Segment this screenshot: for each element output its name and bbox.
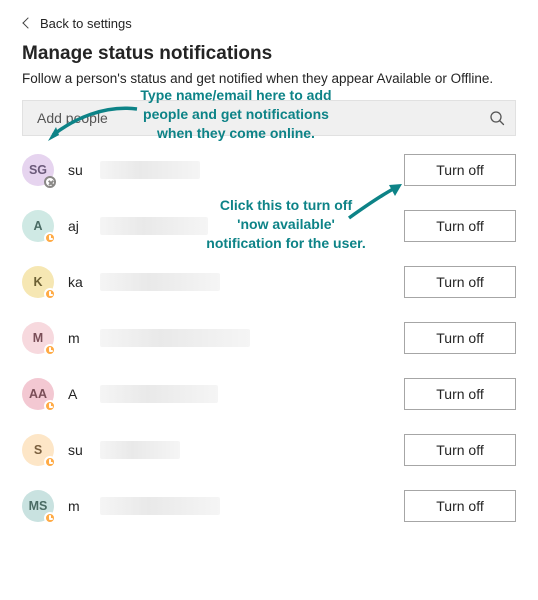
avatar: MS [22, 490, 54, 522]
back-label: Back to settings [40, 16, 132, 31]
person-name: aj [68, 218, 86, 234]
person-row: Aaj Turn off [22, 210, 516, 242]
presence-away-icon [44, 400, 56, 412]
presence-away-icon [44, 288, 56, 300]
turn-off-button[interactable]: Turn off [404, 154, 516, 186]
page-subtitle: Follow a person's status and get notifie… [22, 71, 516, 86]
avatar: AA [22, 378, 54, 410]
person-row: AAATurn off [22, 378, 516, 410]
avatar: SG [22, 154, 54, 186]
redacted-name [100, 217, 208, 235]
person-name: A [68, 386, 86, 402]
turn-off-button[interactable]: Turn off [404, 490, 516, 522]
person-name: su [68, 442, 86, 458]
presence-away-icon [44, 456, 56, 468]
person-row: Mm Turn off [22, 322, 516, 354]
redacted-name [100, 273, 220, 291]
presence-away-icon [44, 344, 56, 356]
avatar: K [22, 266, 54, 298]
presence-away-icon [44, 512, 56, 524]
person-row: SG su Turn off [22, 154, 516, 186]
redacted-name [100, 441, 180, 459]
back-to-settings-link[interactable]: Back to settings [22, 16, 132, 31]
person-name: m [68, 330, 86, 346]
avatar: M [22, 322, 54, 354]
turn-off-button[interactable]: Turn off [404, 434, 516, 466]
turn-off-button[interactable]: Turn off [404, 322, 516, 354]
people-list: SG su Turn off Aaj Turn off Kka Turn off Mm Turn… [22, 154, 516, 522]
person-name: su [68, 162, 86, 178]
person-row: Kka Turn off [22, 266, 516, 298]
presence-offline-icon [44, 176, 56, 188]
chevron-left-icon [22, 17, 33, 28]
avatar: A [22, 210, 54, 242]
page-title: Manage status notifications [22, 43, 516, 65]
search-icon [489, 110, 505, 126]
turn-off-button[interactable]: Turn off [404, 210, 516, 242]
redacted-name [100, 385, 218, 403]
redacted-name [100, 161, 200, 179]
add-people-input[interactable] [35, 109, 489, 127]
redacted-name [100, 329, 250, 347]
person-name: m [68, 498, 86, 514]
add-people-field[interactable] [22, 100, 516, 136]
person-name: ka [68, 274, 86, 290]
person-row: Ssu Turn off [22, 434, 516, 466]
redacted-name [100, 497, 220, 515]
turn-off-button[interactable]: Turn off [404, 378, 516, 410]
avatar: S [22, 434, 54, 466]
turn-off-button[interactable]: Turn off [404, 266, 516, 298]
person-row: MS m Turn off [22, 490, 516, 522]
presence-away-icon [44, 232, 56, 244]
